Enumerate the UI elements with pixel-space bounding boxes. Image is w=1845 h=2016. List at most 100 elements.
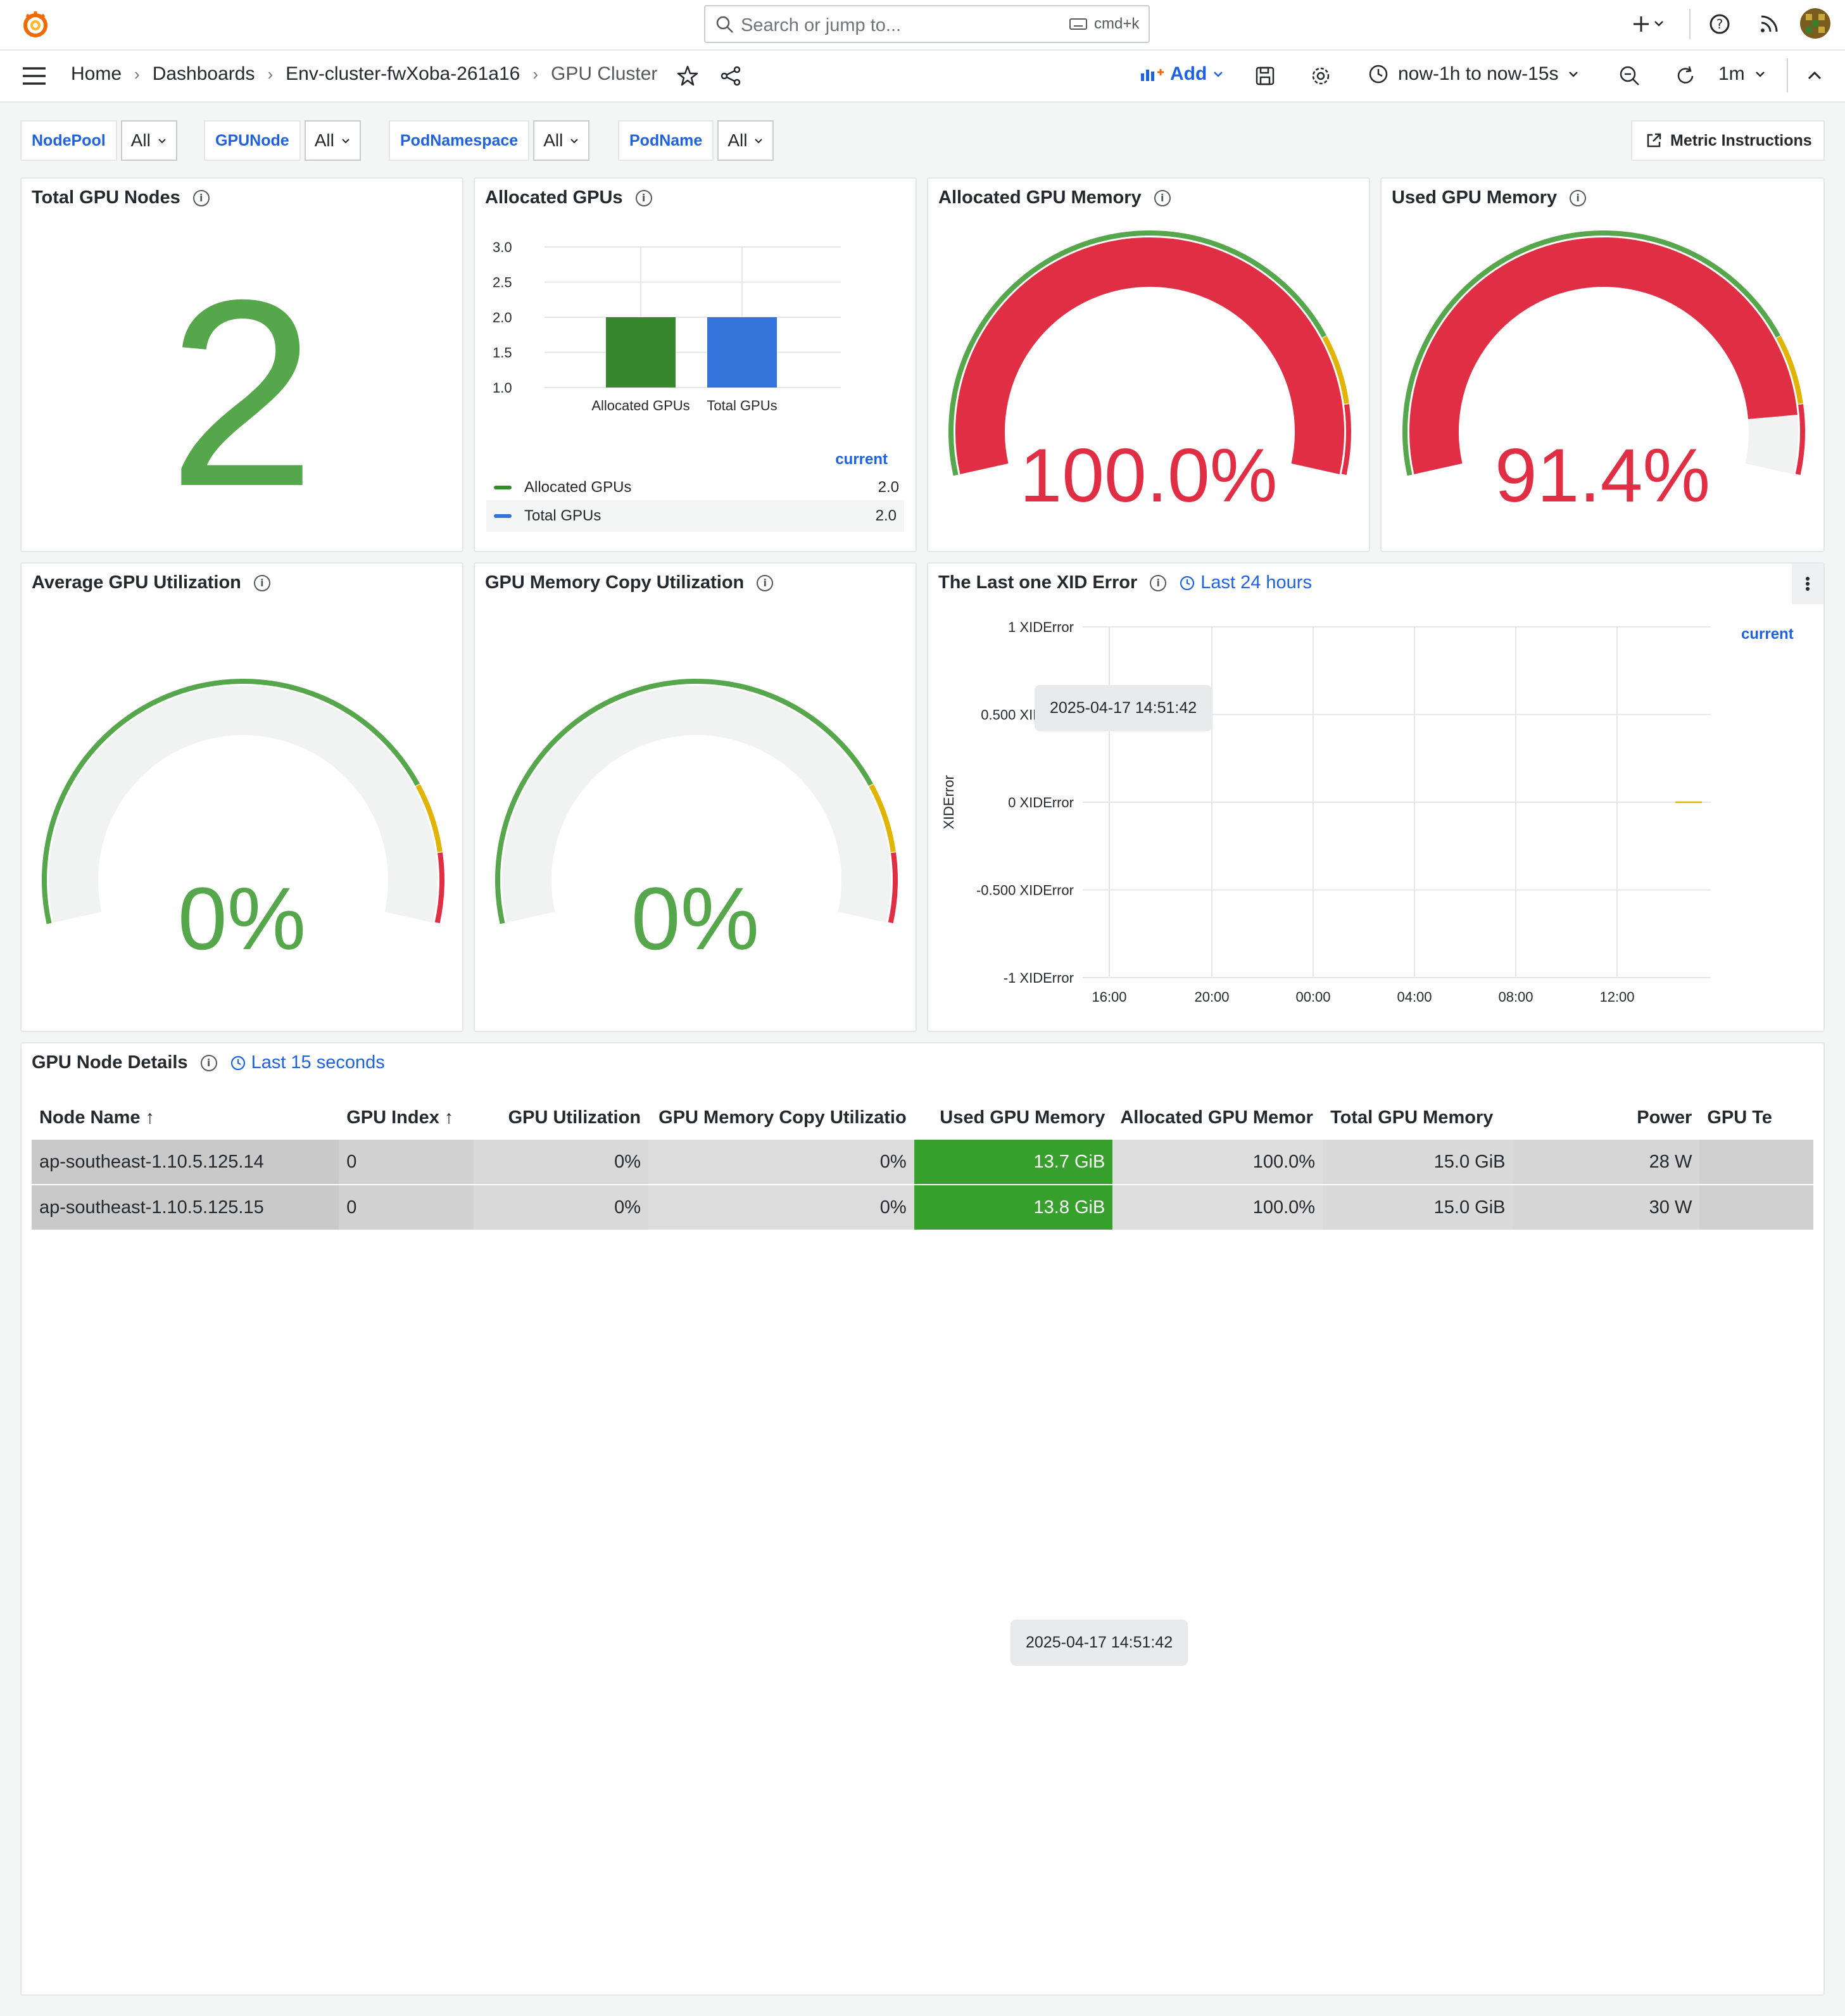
panel-last-xid-error[interactable]: The Last one XID Error i Last 24 hours 1… <box>927 562 1825 1032</box>
info-icon[interactable]: i <box>192 189 210 206</box>
save-icon[interactable] <box>1254 65 1276 87</box>
column-header-memory-copy-utilization[interactable]: GPU Memory Copy Utilizatio <box>648 1095 914 1140</box>
top-bar: Search or jump to... cmd+k ? <box>0 0 1845 51</box>
legend-item[interactable]: Allocated GPUs 2.0 <box>494 479 899 496</box>
grafana-logo-icon[interactable] <box>20 9 51 39</box>
svg-text:?: ? <box>1716 16 1723 32</box>
node-details-table: Node Name ↑ GPU Index ↑ GPU Utilization … <box>32 1095 1813 1231</box>
variable-select[interactable]: All <box>533 120 590 161</box>
y-tick-label: 1.0 <box>493 380 512 396</box>
metric-instructions-link[interactable]: Metric Instructions <box>1631 120 1825 161</box>
table-row[interactable]: ap-southeast-1.10.5.125.15 0 0% 0% 13.8 … <box>32 1185 1813 1231</box>
panel-gpu-node-details[interactable]: GPU Node Details i Last 15 seconds Node … <box>20 1042 1825 1996</box>
y-tick-label: -0.500 XIDError <box>976 883 1074 898</box>
variable-label: PodName <box>618 120 714 161</box>
variable-value: All <box>314 130 334 150</box>
panel-average-gpu-utilization[interactable]: Average GPU Utilization i 0% <box>20 562 463 1032</box>
x-tick-label: 16:00 <box>1092 989 1126 1005</box>
legend-name: Allocated GPUs <box>524 479 632 496</box>
sort-asc-icon: ↑ <box>444 1107 454 1128</box>
column-header-allocated-gpu-memory[interactable]: Allocated GPU Memor <box>1112 1095 1323 1140</box>
cell-allocated-gpu-memory: 100.0% <box>1112 1140 1323 1185</box>
cell-gpu-temp <box>1699 1185 1813 1231</box>
chevron-up-icon[interactable] <box>1803 65 1826 87</box>
x-tick-label: 04:00 <box>1397 989 1432 1005</box>
column-header-used-gpu-memory[interactable]: Used GPU Memory <box>914 1095 1113 1140</box>
keyboard-icon <box>1069 18 1087 30</box>
legend-value: 2.0 <box>875 507 897 524</box>
column-header-power[interactable]: Power <box>1513 1095 1699 1140</box>
variable-gpunode: GPUNode All <box>204 120 361 161</box>
user-avatar[interactable] <box>1799 8 1831 39</box>
bar <box>606 317 676 387</box>
x-tick-label: 08:00 <box>1498 989 1533 1005</box>
legend-header: current <box>1741 626 1794 643</box>
column-header-total-gpu-memory[interactable]: Total GPU Memory <box>1323 1095 1513 1140</box>
clock-icon <box>1369 65 1388 84</box>
cell-memory-copy: 0% <box>648 1185 914 1231</box>
breadcrumb-current: GPU Cluster <box>551 63 658 84</box>
breadcrumb-home[interactable]: Home <box>71 63 122 85</box>
y-tick-label: 1 XIDError <box>1008 619 1074 635</box>
panel-total-gpu-nodes[interactable]: Total GPU Nodes i 2 <box>20 177 463 552</box>
rss-news-icon[interactable] <box>1756 11 1782 37</box>
info-icon[interactable]: i <box>635 189 652 206</box>
search-icon <box>716 16 733 33</box>
table-row[interactable]: ap-southeast-1.10.5.125.14 0 0% 0% 13.7 … <box>32 1140 1813 1185</box>
panel-gpu-memory-copy-utilization[interactable]: GPU Memory Copy Utilization i 0% <box>474 562 917 1032</box>
cell-memory-copy: 0% <box>648 1140 914 1185</box>
refresh-icon[interactable] <box>1674 65 1697 87</box>
legend-header: current <box>835 451 888 468</box>
column-header-gpu-utilization[interactable]: GPU Utilization <box>474 1095 648 1140</box>
add-button-label: Add <box>1170 63 1207 84</box>
floating-tooltip: 2025-04-17 14:51:42 <box>1011 1620 1188 1666</box>
zoom-out-icon[interactable] <box>1618 65 1641 87</box>
breadcrumb-bar: Home › Dashboards › Env-cluster-fwXoba-2… <box>0 51 1845 103</box>
panel-title: Total GPU Nodes <box>32 187 180 208</box>
menu-icon[interactable] <box>22 65 47 87</box>
y-tick-label: 2.5 <box>493 275 512 291</box>
chevron-down-icon <box>1755 72 1765 77</box>
variable-select[interactable]: All <box>120 120 177 161</box>
variable-value: All <box>543 130 564 150</box>
breadcrumb-folder[interactable]: Env-cluster-fwXoba-261a16 <box>286 63 520 85</box>
help-icon[interactable]: ? <box>1707 11 1732 37</box>
add-button[interactable]: Add <box>1140 63 1225 85</box>
plus-dropdown-icon[interactable] <box>1631 11 1669 37</box>
gauge-value: 0% <box>631 869 760 968</box>
variable-select[interactable]: All <box>304 120 361 161</box>
cell-allocated-gpu-memory: 100.0% <box>1112 1185 1323 1231</box>
cell-total-gpu-memory: 15.0 GiB <box>1323 1140 1513 1185</box>
chevron-down-icon <box>1569 72 1578 77</box>
external-link-icon <box>1647 133 1661 148</box>
info-icon[interactable]: i <box>200 1054 217 1071</box>
legend-name: Total GPUs <box>524 507 601 524</box>
search-placeholder: Search or jump to... <box>741 15 902 35</box>
column-header-gpu-temp[interactable]: GPU Te <box>1699 1095 1813 1140</box>
variable-label: PodNamespace <box>389 120 530 161</box>
xid-line-chart: 1 XIDError0.500 XIDError0 XIDError-0.500… <box>941 619 1711 1005</box>
column-header-gpu-index[interactable]: GPU Index ↑ <box>339 1095 473 1140</box>
star-icon[interactable] <box>676 65 699 87</box>
legend-item[interactable]: Total GPUs 2.0 <box>486 500 904 532</box>
chevron-down-icon <box>755 139 763 144</box>
panel-allocated-gpus[interactable]: Allocated GPUs i 3.0 2.5 2.0 1.5 1.0 Allocated… <box>474 177 917 552</box>
variable-select[interactable]: All <box>717 120 774 161</box>
panel-used-gpu-memory[interactable]: Used GPU Memory i 91.4% <box>1380 177 1825 552</box>
chevron-down-icon <box>1214 72 1223 77</box>
x-tick-label: 12:00 <box>1599 989 1634 1005</box>
table-header-row: Node Name ↑ GPU Index ↑ GPU Utilization … <box>32 1095 1813 1140</box>
panel-time-override: Last 15 seconds <box>230 1052 385 1073</box>
panel-allocated-gpu-memory[interactable]: Allocated GPU Memory i 100.0% <box>927 177 1370 552</box>
gear-icon[interactable] <box>1309 65 1332 87</box>
time-range-picker[interactable]: now-1h to now-15s <box>1368 63 1580 85</box>
y-tick-label: -1 XIDError <box>1004 970 1074 986</box>
legend-value: 2.0 <box>878 479 899 496</box>
share-icon[interactable] <box>719 65 742 87</box>
breadcrumb-dashboards[interactable]: Dashboards <box>153 63 255 85</box>
search-box[interactable]: Search or jump to... cmd+k <box>704 5 1150 43</box>
column-header-node-name[interactable]: Node Name ↑ <box>32 1095 339 1140</box>
refresh-interval-picker[interactable]: 1m <box>1718 63 1766 85</box>
cell-node-name: ap-southeast-1.10.5.125.14 <box>32 1140 339 1185</box>
cell-gpu-utilization: 0% <box>473 1140 649 1185</box>
